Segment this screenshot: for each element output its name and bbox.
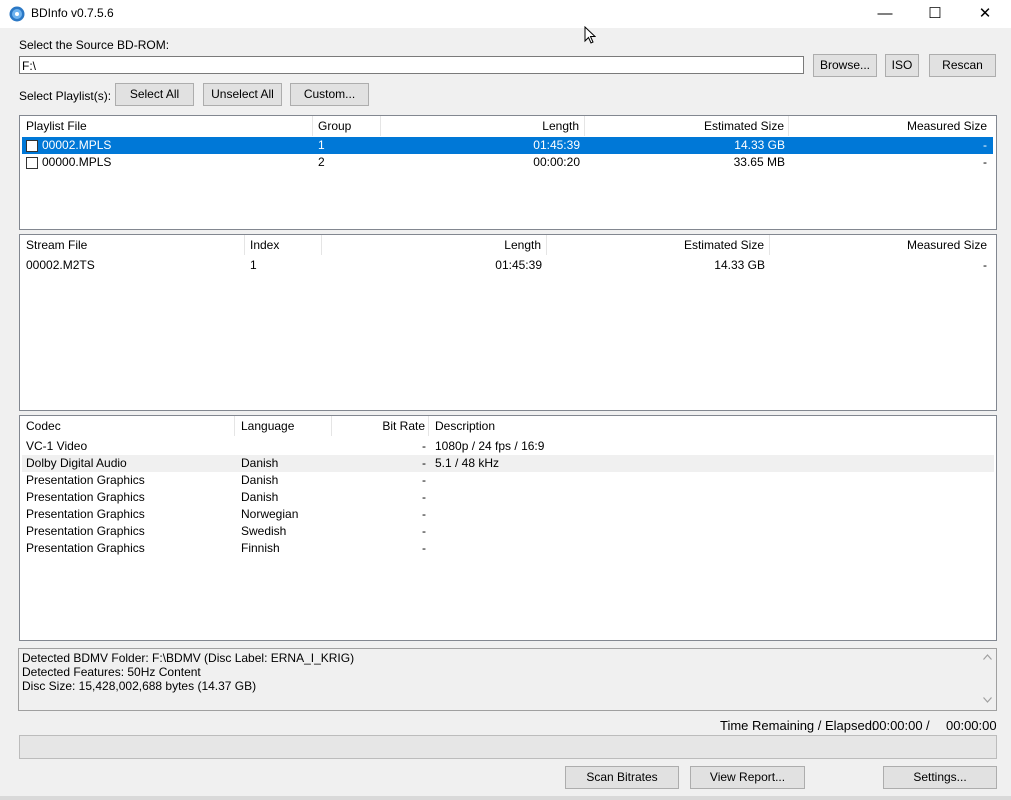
select-playlists-label: Select Playlist(s):	[19, 89, 112, 103]
select-all-button[interactable]: Select All	[115, 83, 194, 106]
maximize-icon: ☐	[928, 5, 942, 22]
codec-name: Dolby Digital Audio	[26, 456, 127, 470]
time-label: Time Remaining / Elapsed:	[720, 718, 876, 733]
codec-name: Presentation Graphics	[26, 541, 145, 555]
codec-name: Presentation Graphics	[26, 524, 145, 538]
status-scrollbar[interactable]	[979, 649, 996, 710]
column-header-stream-file[interactable]: Stream File	[20, 235, 245, 255]
codec-name: Presentation Graphics	[26, 507, 145, 521]
settings-button[interactable]: Settings...	[883, 766, 997, 789]
time-elapsed: 00:00:00	[946, 718, 997, 733]
column-header-length[interactable]: Length	[381, 116, 585, 136]
scroll-down-icon[interactable]	[983, 697, 992, 703]
close-button[interactable]: ✕	[962, 0, 1008, 28]
codec-list[interactable]: Codec Language Bit Rate Description VC-1…	[19, 415, 997, 641]
playlist-length: 01:45:39	[533, 138, 580, 152]
codec-row-hover-highlight	[22, 455, 994, 472]
close-icon: ✕	[978, 5, 992, 22]
playlist-measured-size: -	[983, 155, 987, 169]
maximize-button[interactable]: ☐	[912, 0, 958, 28]
playlist-checkbox[interactable]	[26, 140, 38, 152]
window-title: BDInfo v0.7.5.6	[31, 6, 114, 20]
status-textbox[interactable]: Detected BDMV Folder: F:\BDMV (Disc Labe…	[18, 648, 997, 711]
codec-language: Swedish	[241, 524, 287, 538]
codec-language: Norwegian	[241, 507, 299, 521]
codec-bitrate: -	[422, 490, 426, 504]
column-header-codec[interactable]: Codec	[20, 416, 235, 436]
minimize-button[interactable]: —	[862, 0, 908, 28]
column-header-language[interactable]: Language	[235, 416, 332, 436]
codec-description: 5.1 / 48 kHz	[435, 456, 500, 470]
codec-bitrate: -	[422, 439, 426, 453]
stream-measured-size: -	[983, 258, 987, 272]
playlist-estimated-size: 14.33 GB	[734, 138, 785, 152]
codec-name: Presentation Graphics	[26, 473, 145, 487]
codec-description: 1080p / 24 fps / 16:9	[435, 439, 545, 453]
scan-progress-bar	[19, 735, 997, 759]
stream-estimated-size: 14.33 GB	[714, 258, 765, 272]
mouse-cursor-icon	[584, 26, 596, 44]
title-bar: BDInfo v0.7.5.6 — ☐ ✕	[0, 0, 1011, 28]
source-label: Select the Source BD-ROM:	[19, 38, 170, 52]
column-header-group[interactable]: Group	[313, 116, 381, 136]
browse-button[interactable]: Browse...	[813, 54, 877, 77]
window-bottom-edge	[0, 796, 1011, 800]
codec-name: VC-1 Video	[26, 439, 88, 453]
playlist-checkbox[interactable]	[26, 157, 38, 169]
bdinfo-window: BDInfo v0.7.5.6 — ☐ ✕ Select the Source …	[0, 0, 1011, 800]
disc-icon	[9, 6, 25, 22]
column-header-estimated-size[interactable]: Estimated Size	[547, 235, 770, 255]
column-header-playlist-file[interactable]: Playlist File	[20, 116, 313, 136]
codec-language: Finnish	[241, 541, 280, 555]
stream-list[interactable]: Stream File Index Length Estimated Size …	[19, 234, 997, 411]
status-line: Detected Features: 50Hz Content	[22, 665, 201, 679]
playlist-group: 2	[318, 155, 325, 169]
column-header-measured-size[interactable]: Measured Size	[789, 116, 993, 136]
codec-language: Danish	[241, 490, 279, 504]
codec-bitrate: -	[422, 507, 426, 521]
source-path-input[interactable]: F:\	[19, 56, 804, 74]
codec-language: Danish	[241, 473, 279, 487]
rescan-button[interactable]: Rescan	[929, 54, 996, 77]
view-report-button[interactable]: View Report...	[690, 766, 805, 789]
column-header-bit-rate[interactable]: Bit Rate	[332, 416, 429, 436]
scan-bitrates-button[interactable]: Scan Bitrates	[565, 766, 679, 789]
codec-bitrate: -	[422, 473, 426, 487]
codec-bitrate: -	[422, 524, 426, 538]
codec-name: Presentation Graphics	[26, 490, 145, 504]
column-header-index[interactable]: Index	[245, 235, 322, 255]
column-header-estimated-size[interactable]: Estimated Size	[585, 116, 789, 136]
column-header-description[interactable]: Description	[429, 416, 993, 436]
column-header-length[interactable]: Length	[322, 235, 547, 255]
codec-bitrate: -	[422, 541, 426, 555]
time-separator: /	[926, 718, 930, 733]
playlist-file: 00000.MPLS	[42, 155, 112, 169]
playlist-group: 1	[318, 138, 325, 152]
stream-file: 00002.M2TS	[26, 258, 95, 272]
minimize-icon: —	[877, 5, 893, 22]
custom-button[interactable]: Custom...	[290, 83, 369, 106]
scroll-up-icon[interactable]	[983, 654, 992, 660]
playlist-measured-size: -	[983, 138, 987, 152]
stream-index: 1	[250, 258, 257, 272]
status-line: Disc Size: 15,428,002,688 bytes (14.37 G…	[22, 679, 257, 693]
stream-length: 01:45:39	[495, 258, 542, 272]
iso-button[interactable]: ISO	[885, 54, 919, 77]
column-header-measured-size[interactable]: Measured Size	[770, 235, 993, 255]
unselect-all-button[interactable]: Unselect All	[203, 83, 282, 106]
codec-bitrate: -	[422, 456, 426, 470]
codec-language: Danish	[241, 456, 279, 470]
playlist-length: 00:00:20	[533, 155, 580, 169]
playlist-estimated-size: 33.65 MB	[733, 155, 785, 169]
playlist-file: 00002.MPLS	[42, 138, 112, 152]
status-line: Detected BDMV Folder: F:\BDMV (Disc Labe…	[22, 651, 355, 665]
time-remaining: 00:00:00	[872, 718, 923, 733]
playlist-list[interactable]: Playlist File Group Length Estimated Siz…	[19, 115, 997, 230]
